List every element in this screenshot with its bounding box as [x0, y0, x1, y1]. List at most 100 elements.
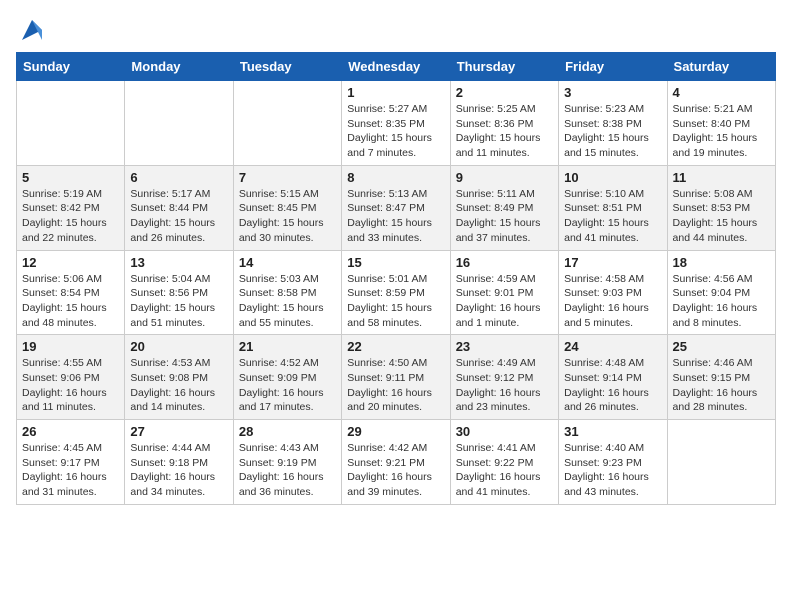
day-cell: 18 Sunrise: 4:56 AM Sunset: 9:04 PM Dayli…	[667, 250, 775, 335]
logo	[16, 16, 46, 44]
day-info: Sunrise: 5:19 AM Sunset: 8:42 PM Dayligh…	[22, 187, 119, 246]
day-cell: 10 Sunrise: 5:10 AM Sunset: 8:51 PM Dayli…	[559, 165, 667, 250]
day-info: Sunrise: 5:04 AM Sunset: 8:56 PM Dayligh…	[130, 272, 227, 331]
day-number: 1	[347, 85, 444, 100]
day-number: 27	[130, 424, 227, 439]
day-info: Sunrise: 4:58 AM Sunset: 9:03 PM Dayligh…	[564, 272, 661, 331]
day-cell: 9 Sunrise: 5:11 AM Sunset: 8:49 PM Daylig…	[450, 165, 558, 250]
calendar-table: SundayMondayTuesdayWednesdayThursdayFrid…	[16, 52, 776, 505]
weekday-header-monday: Monday	[125, 53, 233, 81]
day-info: Sunrise: 4:48 AM Sunset: 9:14 PM Dayligh…	[564, 356, 661, 415]
day-cell: 27 Sunrise: 4:44 AM Sunset: 9:18 PM Dayli…	[125, 420, 233, 505]
day-info: Sunrise: 5:23 AM Sunset: 8:38 PM Dayligh…	[564, 102, 661, 161]
day-number: 8	[347, 170, 444, 185]
day-info: Sunrise: 5:15 AM Sunset: 8:45 PM Dayligh…	[239, 187, 336, 246]
day-number: 14	[239, 255, 336, 270]
day-cell: 24 Sunrise: 4:48 AM Sunset: 9:14 PM Dayli…	[559, 335, 667, 420]
day-cell	[233, 81, 341, 166]
day-info: Sunrise: 5:11 AM Sunset: 8:49 PM Dayligh…	[456, 187, 553, 246]
day-number: 31	[564, 424, 661, 439]
day-number: 13	[130, 255, 227, 270]
day-info: Sunrise: 5:25 AM Sunset: 8:36 PM Dayligh…	[456, 102, 553, 161]
day-cell	[17, 81, 125, 166]
day-info: Sunrise: 5:27 AM Sunset: 8:35 PM Dayligh…	[347, 102, 444, 161]
day-info: Sunrise: 4:59 AM Sunset: 9:01 PM Dayligh…	[456, 272, 553, 331]
day-cell: 23 Sunrise: 4:49 AM Sunset: 9:12 PM Dayli…	[450, 335, 558, 420]
day-cell: 31 Sunrise: 4:40 AM Sunset: 9:23 PM Dayli…	[559, 420, 667, 505]
day-cell: 21 Sunrise: 4:52 AM Sunset: 9:09 PM Dayli…	[233, 335, 341, 420]
day-number: 2	[456, 85, 553, 100]
day-number: 5	[22, 170, 119, 185]
day-cell: 13 Sunrise: 5:04 AM Sunset: 8:56 PM Dayli…	[125, 250, 233, 335]
day-info: Sunrise: 4:49 AM Sunset: 9:12 PM Dayligh…	[456, 356, 553, 415]
day-cell: 11 Sunrise: 5:08 AM Sunset: 8:53 PM Dayli…	[667, 165, 775, 250]
day-cell: 4 Sunrise: 5:21 AM Sunset: 8:40 PM Daylig…	[667, 81, 775, 166]
day-info: Sunrise: 4:55 AM Sunset: 9:06 PM Dayligh…	[22, 356, 119, 415]
day-info: Sunrise: 5:01 AM Sunset: 8:59 PM Dayligh…	[347, 272, 444, 331]
week-row-2: 5 Sunrise: 5:19 AM Sunset: 8:42 PM Daylig…	[17, 165, 776, 250]
day-cell: 17 Sunrise: 4:58 AM Sunset: 9:03 PM Dayli…	[559, 250, 667, 335]
week-row-1: 1 Sunrise: 5:27 AM Sunset: 8:35 PM Daylig…	[17, 81, 776, 166]
day-info: Sunrise: 4:41 AM Sunset: 9:22 PM Dayligh…	[456, 441, 553, 500]
day-info: Sunrise: 5:08 AM Sunset: 8:53 PM Dayligh…	[673, 187, 770, 246]
day-number: 4	[673, 85, 770, 100]
day-number: 30	[456, 424, 553, 439]
day-number: 22	[347, 339, 444, 354]
day-number: 23	[456, 339, 553, 354]
day-cell: 7Sunrise: 5:15 AM Sunset: 8:45 PM Daylig…	[233, 165, 341, 250]
day-cell: 2 Sunrise: 5:25 AM Sunset: 8:36 PM Daylig…	[450, 81, 558, 166]
day-cell: 6 Sunrise: 5:17 AM Sunset: 8:44 PM Daylig…	[125, 165, 233, 250]
day-cell	[125, 81, 233, 166]
day-info: Sunrise: 4:44 AM Sunset: 9:18 PM Dayligh…	[130, 441, 227, 500]
day-info: Sunrise: 5:10 AM Sunset: 8:51 PM Dayligh…	[564, 187, 661, 246]
week-row-4: 19 Sunrise: 4:55 AM Sunset: 9:06 PM Dayli…	[17, 335, 776, 420]
logo-icon	[18, 16, 46, 44]
day-info: Sunrise: 4:52 AM Sunset: 9:09 PM Dayligh…	[239, 356, 336, 415]
weekday-header-tuesday: Tuesday	[233, 53, 341, 81]
day-cell: 28 Sunrise: 4:43 AM Sunset: 9:19 PM Dayli…	[233, 420, 341, 505]
day-number: 28	[239, 424, 336, 439]
day-number: 26	[22, 424, 119, 439]
weekday-header-saturday: Saturday	[667, 53, 775, 81]
day-number: 17	[564, 255, 661, 270]
day-info: Sunrise: 5:06 AM Sunset: 8:54 PM Dayligh…	[22, 272, 119, 331]
day-number: 9	[456, 170, 553, 185]
day-cell: 20Sunrise: 4:53 AM Sunset: 9:08 PM Dayli…	[125, 335, 233, 420]
day-cell: 3 Sunrise: 5:23 AM Sunset: 8:38 PM Daylig…	[559, 81, 667, 166]
day-cell: 19 Sunrise: 4:55 AM Sunset: 9:06 PM Dayli…	[17, 335, 125, 420]
weekday-header-row: SundayMondayTuesdayWednesdayThursdayFrid…	[17, 53, 776, 81]
day-number: 24	[564, 339, 661, 354]
week-row-5: 26Sunrise: 4:45 AM Sunset: 9:17 PM Dayli…	[17, 420, 776, 505]
day-number: 6	[130, 170, 227, 185]
day-cell	[667, 420, 775, 505]
day-cell: 16Sunrise: 4:59 AM Sunset: 9:01 PM Dayli…	[450, 250, 558, 335]
weekday-header-friday: Friday	[559, 53, 667, 81]
day-info: Sunrise: 4:40 AM Sunset: 9:23 PM Dayligh…	[564, 441, 661, 500]
day-number: 18	[673, 255, 770, 270]
day-cell: 12 Sunrise: 5:06 AM Sunset: 8:54 PM Dayli…	[17, 250, 125, 335]
day-cell: 29Sunrise: 4:42 AM Sunset: 9:21 PM Dayli…	[342, 420, 450, 505]
day-info: Sunrise: 5:21 AM Sunset: 8:40 PM Dayligh…	[673, 102, 770, 161]
day-info: Sunrise: 5:03 AM Sunset: 8:58 PM Dayligh…	[239, 272, 336, 331]
day-number: 10	[564, 170, 661, 185]
day-number: 3	[564, 85, 661, 100]
day-cell: 8Sunrise: 5:13 AM Sunset: 8:47 PM Daylig…	[342, 165, 450, 250]
day-cell: 5 Sunrise: 5:19 AM Sunset: 8:42 PM Daylig…	[17, 165, 125, 250]
weekday-header-thursday: Thursday	[450, 53, 558, 81]
day-info: Sunrise: 5:17 AM Sunset: 8:44 PM Dayligh…	[130, 187, 227, 246]
day-number: 19	[22, 339, 119, 354]
week-row-3: 12 Sunrise: 5:06 AM Sunset: 8:54 PM Dayli…	[17, 250, 776, 335]
day-info: Sunrise: 4:56 AM Sunset: 9:04 PM Dayligh…	[673, 272, 770, 331]
day-number: 11	[673, 170, 770, 185]
day-number: 21	[239, 339, 336, 354]
day-cell: 26Sunrise: 4:45 AM Sunset: 9:17 PM Dayli…	[17, 420, 125, 505]
day-info: Sunrise: 4:53 AM Sunset: 9:08 PM Dayligh…	[130, 356, 227, 415]
day-info: Sunrise: 4:50 AM Sunset: 9:11 PM Dayligh…	[347, 356, 444, 415]
day-number: 15	[347, 255, 444, 270]
day-number: 25	[673, 339, 770, 354]
day-info: Sunrise: 4:43 AM Sunset: 9:19 PM Dayligh…	[239, 441, 336, 500]
day-cell: 14 Sunrise: 5:03 AM Sunset: 8:58 PM Dayli…	[233, 250, 341, 335]
day-number: 12	[22, 255, 119, 270]
weekday-header-sunday: Sunday	[17, 53, 125, 81]
page-header	[16, 16, 776, 44]
